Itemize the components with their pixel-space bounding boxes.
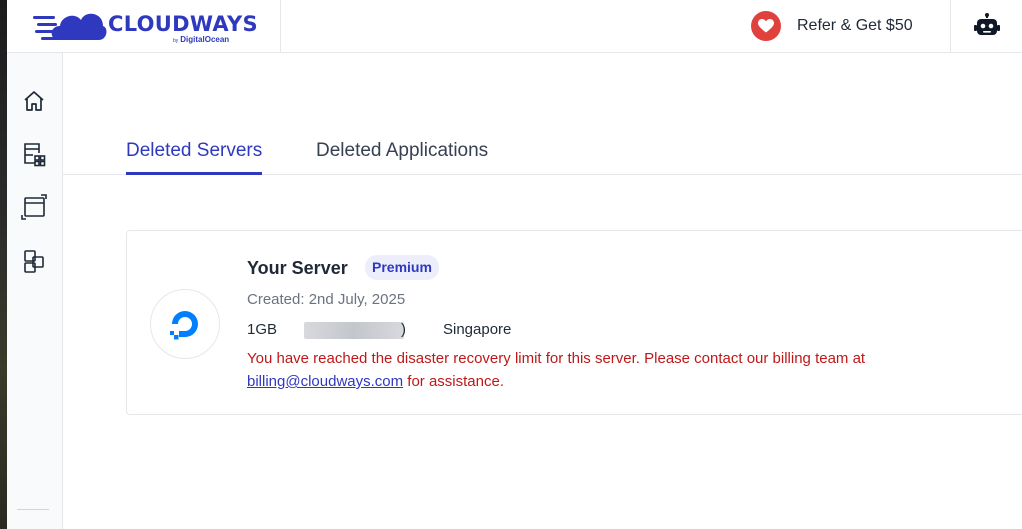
brand-logo[interactable]: CLOUDWAYS by DigitalOcean bbox=[7, 0, 281, 52]
server-location: Singapore bbox=[443, 321, 512, 338]
brand-name: CLOUDWAYS bbox=[108, 12, 258, 36]
server-spec-close: ) bbox=[401, 321, 406, 338]
provider-logo bbox=[150, 289, 220, 359]
heart-icon bbox=[751, 11, 781, 41]
brand-sub: by DigitalOcean bbox=[173, 35, 229, 44]
sidebar-item-projects[interactable] bbox=[20, 247, 48, 275]
sidebar-item-servers[interactable] bbox=[20, 140, 48, 168]
tab-deleted-servers[interactable]: Deleted Servers bbox=[126, 140, 263, 175]
server-name: Your Server bbox=[247, 258, 348, 278]
plan-badge: Premium bbox=[365, 255, 439, 280]
billing-email-link[interactable]: billing@cloudways.com bbox=[247, 373, 403, 390]
home-icon bbox=[24, 91, 44, 111]
desktop-edge bbox=[0, 0, 7, 529]
sidebar-item-applications[interactable] bbox=[20, 193, 48, 221]
sidebar bbox=[7, 53, 63, 529]
redacted-text bbox=[304, 322, 404, 339]
assistant-button[interactable] bbox=[950, 0, 1022, 52]
tab-deleted-applications[interactable]: Deleted Applications bbox=[316, 140, 488, 175]
warning-suffix: for assistance. bbox=[403, 373, 505, 390]
projects-icon bbox=[24, 250, 44, 273]
sidebar-divider bbox=[17, 509, 49, 510]
tab-bar: Deleted Servers Deleted Applications bbox=[63, 140, 1022, 175]
refer-label: Refer & Get $50 bbox=[797, 17, 913, 34]
server-card: Your Server Premium Created: 2nd July, 2… bbox=[126, 230, 1022, 415]
sidebar-item-home[interactable] bbox=[20, 87, 48, 115]
server-size: 1GB bbox=[247, 321, 278, 338]
servers-icon bbox=[24, 143, 46, 167]
brand-sub-name: DigitalOcean bbox=[180, 35, 230, 44]
warning-text: You have reached the disaster recovery l… bbox=[247, 350, 866, 367]
digitalocean-icon bbox=[170, 311, 198, 340]
brand-by: by bbox=[173, 38, 179, 44]
created-date: Created: 2nd July, 2025 bbox=[247, 291, 406, 308]
top-header: CLOUDWAYS by DigitalOcean Refer & Get $50 bbox=[7, 0, 1022, 53]
cloud-logo-icon bbox=[33, 13, 107, 40]
robot-icon bbox=[973, 13, 1000, 35]
dr-limit-warning: You have reached the disaster recovery l… bbox=[247, 347, 907, 393]
refer-button[interactable]: Refer & Get $50 bbox=[751, 10, 913, 42]
applications-icon bbox=[21, 194, 47, 220]
